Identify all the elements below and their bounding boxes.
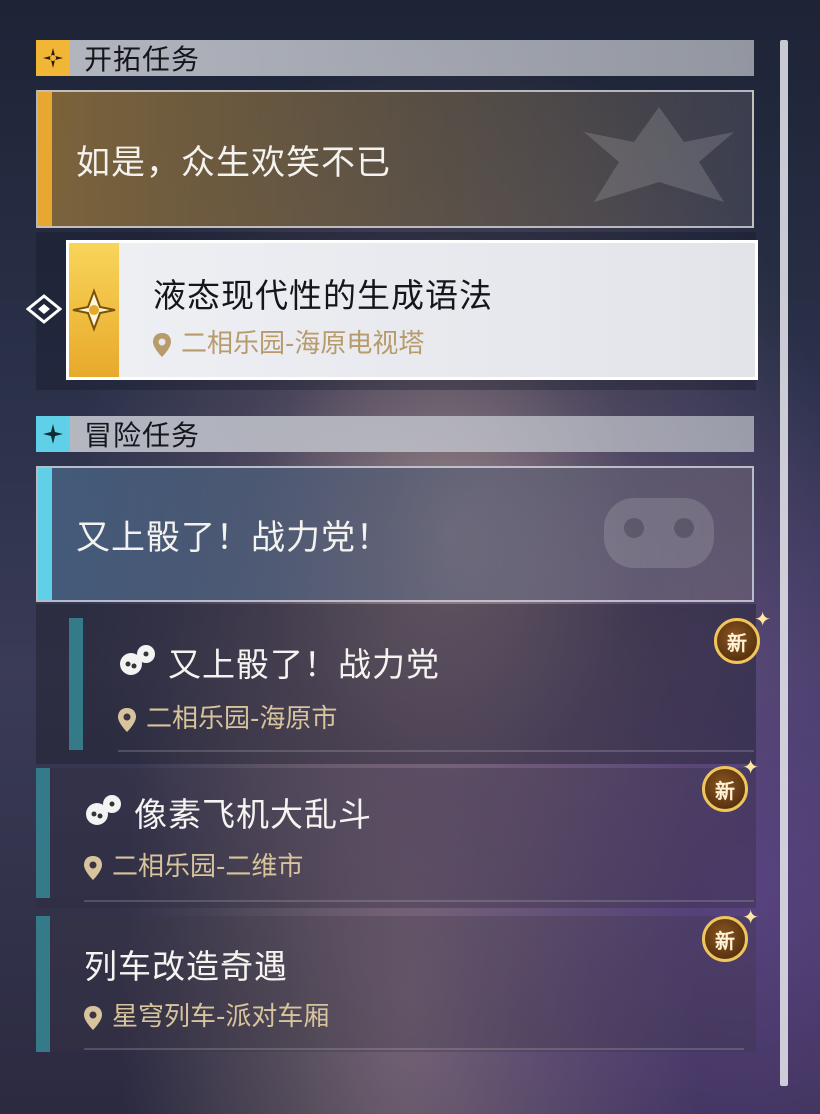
quest-title: 又上骰了！战力党 (168, 645, 440, 684)
emblem-icon (584, 107, 734, 202)
location-pin-icon (118, 707, 136, 732)
quest-location-text: 二相乐园-海原市 (146, 704, 338, 734)
quest-location: 二相乐园-海原市 (118, 698, 337, 735)
quest-group-title: 如是，众生欢笑不已 (76, 142, 391, 183)
quest-location-text: 二相乐园-二维市 (112, 852, 304, 882)
trailblaze-section-header: 开拓任务 (36, 40, 754, 76)
scrollbar[interactable] (780, 40, 788, 1086)
quest-side-bar (69, 618, 83, 750)
new-badge: 新 ✦ (714, 607, 771, 664)
accent-bar (38, 468, 52, 600)
new-badge: 新 ✦ (702, 755, 759, 812)
location-pin-icon (84, 1005, 102, 1030)
quest-side-bar (36, 916, 50, 1052)
quest-item[interactable]: 又上骰了！战力党 二相乐园-海原市 新 ✦ (36, 604, 771, 764)
active-quest-wrapper: 液态现代性的生成语法 二相乐园-海原电视塔 (36, 232, 758, 390)
quest-location: 二相乐园-二维市 (84, 846, 303, 883)
divider (84, 1048, 744, 1050)
quest-group-card[interactable]: 又上骰了！战力党！ (36, 466, 754, 602)
location-pin-icon (84, 855, 102, 880)
trailblaze-star-icon (36, 40, 70, 76)
adventure-star-icon (36, 416, 70, 452)
quest-title: 液态现代性的生成语法 (153, 276, 493, 315)
divider (84, 900, 754, 902)
accent-bar (38, 92, 52, 226)
dice-icon (86, 795, 121, 825)
divider (118, 750, 754, 752)
quest-group-title: 又上骰了！战力党！ (76, 517, 391, 558)
dice-icon (120, 645, 155, 675)
trailblaze-path-icon (69, 243, 119, 377)
quest-group-card[interactable]: 如是，众生欢笑不已 (36, 90, 754, 228)
new-badge-label: 新 (715, 778, 735, 803)
emblem-icon (604, 498, 714, 568)
selection-pointer-icon (26, 294, 62, 324)
quest-location-text: 二相乐园-海原电视塔 (181, 329, 425, 359)
quest-title: 列车改造奇遇 (84, 947, 288, 986)
quest-location: 星穹列车-派对车厢 (84, 996, 329, 1033)
sparkle-icon: ✦ (742, 905, 759, 929)
active-quest-card[interactable]: 液态现代性的生成语法 二相乐园-海原电视塔 (66, 240, 758, 380)
section-title: 冒险任务 (84, 419, 201, 452)
section-title: 开拓任务 (84, 43, 201, 76)
new-badge-label: 新 (727, 630, 747, 655)
quest-location: 二相乐园-海原电视塔 (153, 323, 424, 360)
sparkle-icon: ✦ (742, 755, 759, 779)
quest-location-text: 星穹列车-派对车厢 (112, 1002, 330, 1032)
location-pin-icon (153, 332, 171, 357)
new-badge: 新 ✦ (702, 905, 759, 962)
quest-item[interactable]: 像素飞机大乱斗 二相乐园-二维市 新 ✦ (36, 755, 759, 908)
quest-title: 像素飞机大乱斗 (134, 795, 372, 834)
adventure-section-header: 冒险任务 (36, 416, 754, 452)
new-badge-label: 新 (715, 928, 735, 953)
sparkle-icon: ✦ (754, 607, 771, 631)
quest-side-bar (36, 768, 50, 898)
quest-item[interactable]: 列车改造奇遇 星穹列车-派对车厢 新 ✦ (36, 905, 759, 1052)
